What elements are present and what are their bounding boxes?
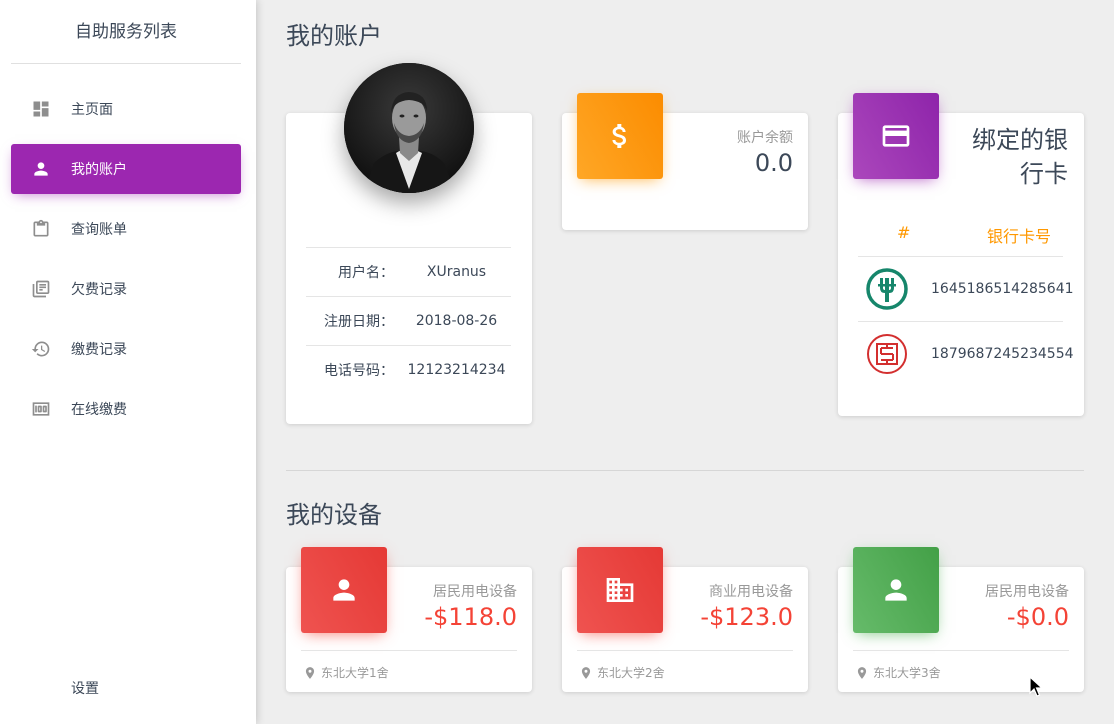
profile-value: 12123214234	[407, 362, 506, 378]
bank-card-number: 1879687245234554	[931, 346, 1074, 362]
device-location-text: 东北大学1舍	[321, 666, 389, 680]
device-icon-box	[301, 547, 387, 633]
credit-card-icon	[882, 125, 910, 147]
sidebar-item-arrears[interactable]: 欠费记录	[11, 264, 241, 314]
bank-card-title: 绑定的银行卡	[972, 126, 1068, 188]
sidebar-item-label: 在线缴费	[71, 402, 127, 418]
device-card-divider	[853, 650, 1069, 651]
profile-row-phone: 电话号码： 12123214234	[306, 345, 511, 394]
device-icon-box	[853, 547, 939, 633]
sidebar-item-my-account[interactable]: 我的账户	[11, 144, 241, 194]
device-amount: -$118.0	[424, 603, 517, 631]
device-icon-box	[577, 547, 663, 633]
device-card-divider	[301, 650, 517, 651]
icbc-bank-logo	[866, 333, 908, 379]
sidebar-nav: 主页面 我的账户 查询账单 欠费记录 缴费记录 在线缴费	[11, 84, 241, 444]
profile-info-table: 用户名： XUranus 注册日期： 2018-08-26 电话号码： 1212…	[306, 247, 511, 394]
device-amount: -$123.0	[700, 603, 793, 631]
section-divider	[286, 470, 1084, 471]
sidebar-item-online-payment[interactable]: 在线缴费	[11, 384, 241, 434]
profile-label: 用户名：	[338, 265, 394, 281]
profile-label: 电话号码：	[324, 363, 394, 379]
device-location: 东北大学2舍	[579, 664, 665, 681]
dollar-icon	[612, 124, 626, 148]
device-card-divider	[577, 650, 793, 651]
sidebar-item-payment-history[interactable]: 缴费记录	[11, 324, 241, 374]
settings-link[interactable]: 设置	[71, 678, 99, 698]
sidebar-item-label: 主页面	[71, 102, 113, 118]
section-title-devices: 我的设备	[286, 501, 382, 529]
bank-icon-box	[853, 93, 939, 179]
device-location-text: 东北大学3舍	[873, 666, 941, 680]
balance-icon-box	[577, 93, 663, 179]
sidebar-title: 自助服务列表	[75, 22, 177, 42]
bank-row-divider	[858, 256, 1063, 257]
sidebar-item-label: 我的账户	[71, 162, 127, 178]
clipboard-icon	[31, 219, 51, 239]
business-icon	[606, 578, 634, 602]
device-type: 居民用电设备	[433, 584, 517, 600]
person-icon	[333, 579, 355, 601]
profile-row-username: 用户名： XUranus	[306, 247, 511, 296]
sidebar-divider	[11, 63, 241, 64]
bank-column-number: 银行卡号	[987, 227, 1052, 246]
device-type: 商业用电设备	[709, 584, 793, 600]
balance-value: 0.0	[754, 149, 793, 177]
sidebar-item-label: 欠费记录	[71, 282, 127, 298]
device-location: 东北大学1舍	[303, 664, 389, 681]
person-icon	[885, 579, 907, 601]
location-pin-icon	[305, 666, 315, 679]
profile-label: 注册日期：	[324, 314, 394, 330]
device-amount: -$0.0	[1006, 603, 1069, 631]
bank-card-number: 1645186514285641	[931, 281, 1074, 297]
abc-bank-logo	[866, 268, 908, 314]
device-type: 居民用电设备	[985, 584, 1069, 600]
dashboard-icon	[31, 99, 51, 119]
profile-value: XUranus	[426, 264, 487, 280]
location-pin-icon	[857, 666, 867, 679]
profile-value: 2018-08-26	[415, 313, 498, 329]
sidebar-item-home[interactable]: 主页面	[11, 84, 241, 134]
history-icon	[31, 339, 51, 359]
profile-row-register-date: 注册日期： 2018-08-26	[306, 296, 511, 345]
mouse-cursor-icon	[1029, 675, 1044, 702]
sidebar-item-query-bill[interactable]: 查询账单	[11, 204, 241, 254]
sidebar-item-label: 查询账单	[71, 222, 127, 238]
sidebar: 自助服务列表 主页面 我的账户 查询账单 欠费记录 缴费记录 在线缴费 设置	[0, 0, 256, 724]
person-icon	[31, 159, 51, 179]
avatar	[344, 63, 474, 193]
library-books-icon	[31, 279, 51, 299]
sidebar-item-label: 缴费记录	[71, 342, 127, 358]
section-title-account: 我的账户	[286, 22, 382, 50]
location-pin-icon	[581, 666, 591, 679]
money-icon	[31, 399, 51, 419]
bank-column-index: #	[897, 223, 911, 242]
device-location: 东北大学3舍	[855, 664, 941, 681]
bank-row-divider	[858, 321, 1063, 322]
balance-label: 账户余额	[737, 130, 793, 146]
device-location-text: 东北大学2舍	[597, 666, 665, 680]
